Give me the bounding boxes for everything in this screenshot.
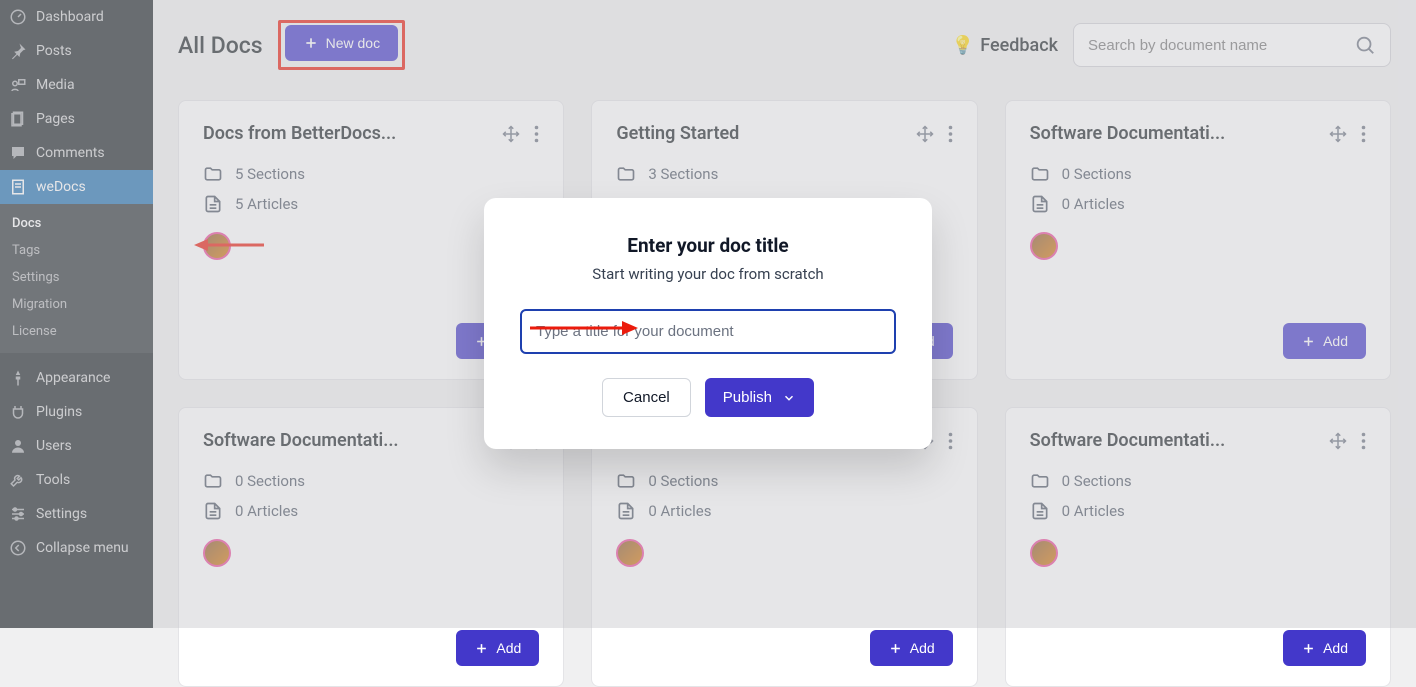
modal-actions: Cancel Publish	[602, 378, 814, 417]
add-label: Add	[910, 640, 935, 656]
modal-subtitle: Start writing your doc from scratch	[592, 265, 823, 283]
modal-overlay: Enter your doc title Start writing your …	[0, 0, 1416, 628]
publish-button[interactable]: Publish	[705, 378, 814, 417]
plus-icon	[888, 641, 903, 656]
annotation-arrow	[530, 321, 638, 335]
plus-icon	[474, 641, 489, 656]
add-button[interactable]: Add	[1283, 630, 1366, 666]
cancel-button[interactable]: Cancel	[602, 378, 691, 417]
add-button[interactable]: Add	[870, 630, 953, 666]
chevron-down-icon	[782, 391, 796, 405]
add-label: Add	[1323, 640, 1348, 656]
add-button[interactable]: Add	[456, 630, 539, 666]
plus-icon	[1301, 641, 1316, 656]
add-label: Add	[496, 640, 521, 656]
publish-label: Publish	[723, 389, 772, 406]
modal-title: Enter your doc title	[627, 234, 788, 257]
